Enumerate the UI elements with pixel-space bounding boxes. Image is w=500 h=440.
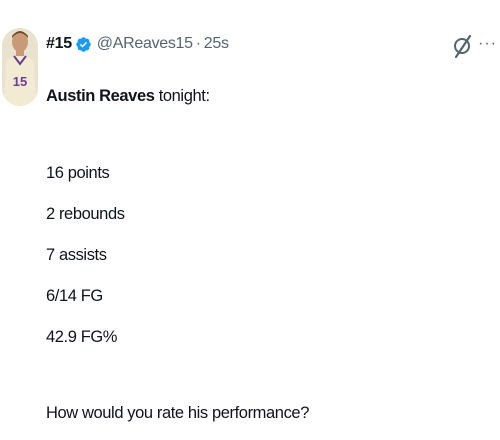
tweet-card[interactable]: 15 #15 @AReaves15 · 25s ··· Austin Reave… [0, 0, 500, 440]
stat-line-assists: 7 assists [46, 246, 107, 264]
intro-text: tonight: [154, 87, 210, 105]
handle[interactable]: @AReaves15 [97, 35, 193, 53]
tweet-question: How would you rate his performance? [46, 404, 309, 422]
tweet-intro: Austin Reaves tonight: [46, 86, 210, 106]
avatar-image: 15 [2, 28, 38, 106]
stat-line-fg-percent: 42.9 FG% [46, 328, 118, 346]
avatar[interactable]: 15 [2, 28, 38, 106]
stat-line-fg: 6/14 FG [46, 287, 103, 305]
display-name[interactable]: #15 [46, 35, 72, 53]
grok-icon[interactable] [452, 33, 474, 59]
svg-text:15: 15 [13, 74, 27, 89]
stat-line-points: 16 points [46, 164, 110, 182]
player-name: Austin Reaves [46, 87, 155, 105]
stat-line-rebounds: 2 rebounds [46, 205, 125, 223]
timestamp[interactable]: 25s [204, 35, 229, 53]
separator-dot: · [195, 35, 201, 52]
more-options-button[interactable]: ··· [478, 36, 497, 52]
verified-badge-icon [75, 36, 92, 53]
tweet-header: #15 @AReaves15 · 25s [46, 35, 229, 53]
